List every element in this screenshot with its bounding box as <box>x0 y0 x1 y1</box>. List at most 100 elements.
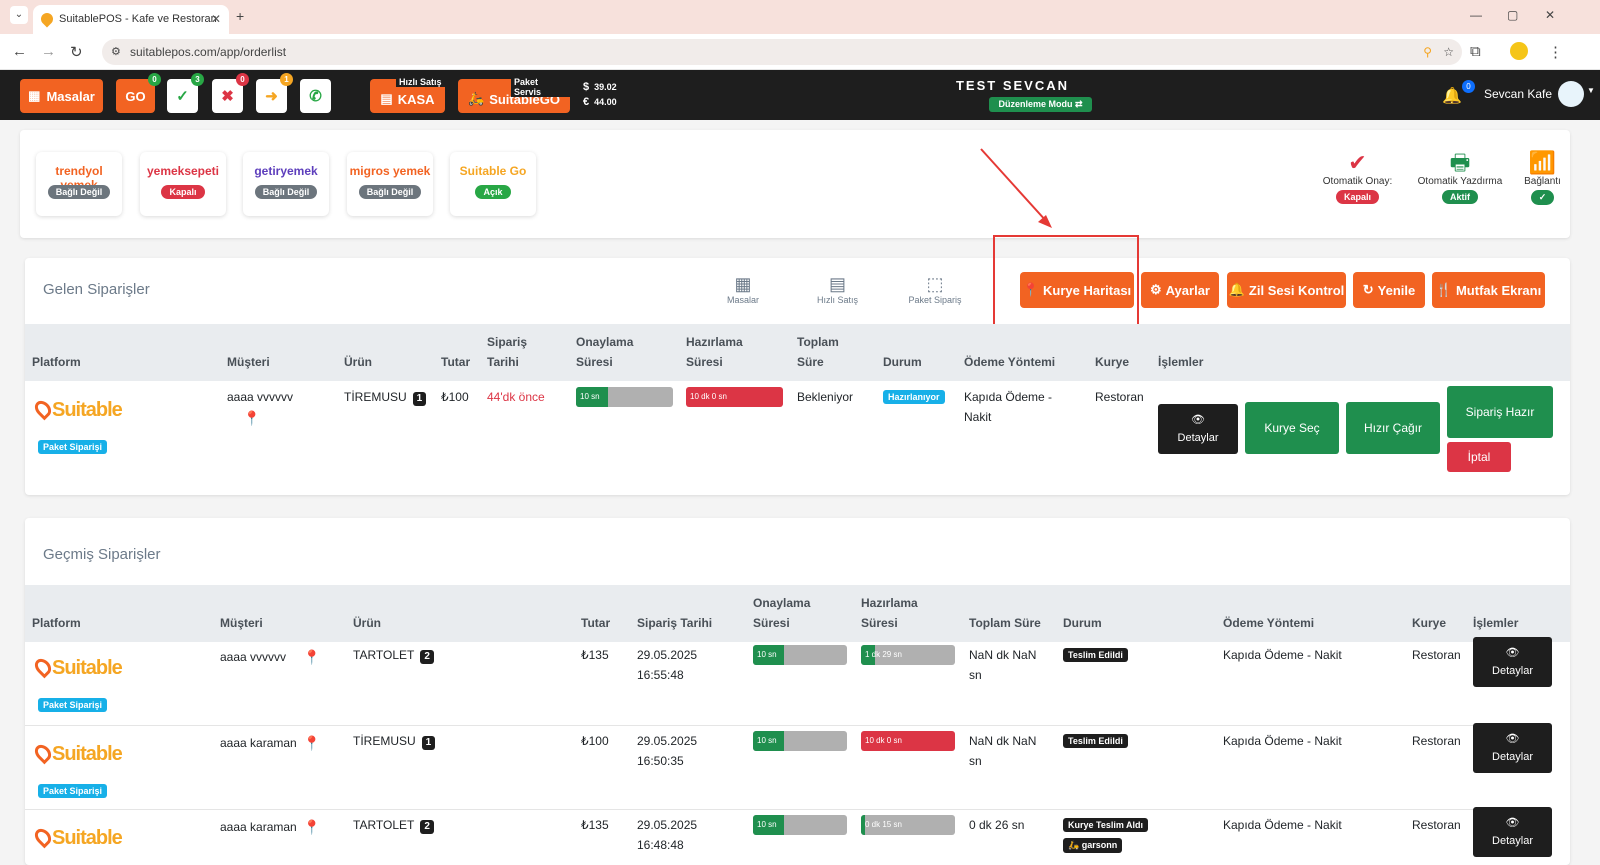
amount: ₺135 <box>581 818 609 832</box>
col-odeme: Ödeme Yöntemi <box>964 355 1056 369</box>
details-button[interactable]: 👁 Detaylar <box>1473 807 1552 857</box>
col-toplam: Toplam Süre <box>797 335 839 369</box>
order-date: 29.05.2025 <box>637 648 698 662</box>
total-time: Bekleniyor <box>797 390 854 404</box>
approval-fill: 10 sn <box>753 815 785 835</box>
customer-name: aaaa karaman <box>220 820 297 834</box>
product-cell: TİREMUSU 1 <box>344 387 427 407</box>
order-ready-button[interactable]: Sipariş Hazır <box>1447 386 1553 438</box>
details-button[interactable]: 👁 Detaylar <box>1473 637 1552 687</box>
total-time: NaN dk NaN sn <box>969 734 1037 768</box>
hcol-odeme: Ödeme Yöntemi <box>1223 616 1315 630</box>
logo-text: Suitable <box>52 399 123 421</box>
hcol-onaylama: Onaylama Süresi <box>753 596 811 630</box>
hcol-platform: Platform <box>32 616 81 630</box>
courier: Restoran <box>1412 734 1461 748</box>
approval-fill: 10 sn <box>753 731 785 751</box>
customer-name: aaaa vvvvvv <box>227 390 294 404</box>
history-orders-card <box>25 518 1570 865</box>
col-onaylama: Onaylama Süresi <box>576 335 634 369</box>
platform-badge: Paket Siparişi <box>38 440 108 454</box>
hcol-musteri: Müşteri <box>220 616 263 630</box>
courier-badge: 🛵 garsonn <box>1063 838 1123 853</box>
total-time: 0 dk 26 sn <box>969 818 1025 832</box>
eye-icon: 👁 <box>1505 817 1520 829</box>
location-pin-icon[interactable]: 📍 <box>243 410 260 427</box>
prep-fill: 1 dk 29 sn <box>861 645 902 665</box>
suitable-pos-logo: Suitable <box>31 741 123 766</box>
select-courier-label: Kurye Seç <box>1264 421 1320 435</box>
details-button[interactable]: 👁 Detaylar <box>1473 723 1552 773</box>
amount: ₺100 <box>581 734 609 748</box>
row-separator <box>25 725 1536 726</box>
amount: ₺135 <box>581 648 609 662</box>
product-name: TARTOLET <box>353 648 415 662</box>
status-badge: Teslim Edildi <box>1063 734 1128 748</box>
location-pin-icon[interactable]: 📍 <box>303 819 320 836</box>
status-badge: Kurye Teslim Aldı <box>1063 818 1149 832</box>
details-label: Detaylar <box>1177 432 1219 444</box>
hcol-kurye: Kurye <box>1412 616 1447 630</box>
logo-text: Suitable <box>52 657 123 679</box>
eye-icon: 👁 <box>1505 733 1520 745</box>
hcol-toplam: Toplam Süre <box>969 616 1041 630</box>
order-date: 44'dk önce <box>487 390 545 404</box>
total-time: NaN dk NaN sn <box>969 648 1037 682</box>
approval-bar: 10 sn <box>753 731 847 751</box>
details-label: Detaylar <box>1492 751 1533 763</box>
payment-method: Kapıda Ödeme - Nakit <box>1223 734 1342 748</box>
platform-badge: Paket Siparişi <box>38 698 108 712</box>
order-ready-label: Sipariş Hazır <box>1465 405 1535 419</box>
col-tutar: Tutar <box>441 355 471 369</box>
cancel-label: İptal <box>1467 450 1491 464</box>
annotation-box <box>993 235 1139 334</box>
select-courier-button[interactable]: Kurye Seç <box>1245 402 1339 454</box>
details-button[interactable]: 👁 Detaylar <box>1158 404 1238 454</box>
eye-icon: 👁 <box>1505 647 1520 659</box>
location-pin-icon[interactable]: 📍 <box>303 735 320 752</box>
col-siparis-tarihi: Sipariş Tarihi <box>487 335 528 369</box>
logo-text: Suitable <box>52 827 123 849</box>
col-islemler: İşlemler <box>1158 355 1204 369</box>
product-cell: TARTOLET 2 <box>353 645 434 665</box>
annotation-arrow <box>980 148 1048 223</box>
history-title: Geçmiş Siparişler <box>43 546 161 563</box>
approval-fill: 10 sn <box>753 645 785 665</box>
order-time: 16:55:48 <box>637 668 684 682</box>
order-time: 16:48:48 <box>637 838 684 852</box>
hcol-durum: Durum <box>1063 616 1102 630</box>
prep-bar: 1 dk 29 sn <box>861 645 955 665</box>
prep-fill: 0 dk 15 sn <box>861 815 902 835</box>
payment-method: Kapıda Ödeme - Nakit <box>964 390 1053 424</box>
hcol-urun: Ürün <box>353 616 381 630</box>
hcol-tutar: Tutar <box>581 616 611 630</box>
row-separator <box>25 809 1536 810</box>
payment-method: Kapıda Ödeme - Nakit <box>1223 818 1342 832</box>
call-hizir-button[interactable]: Hızır Çağır <box>1346 402 1440 454</box>
approval-bar: 10 sn <box>753 815 847 835</box>
prep-bar: 10 dk 0 sn <box>686 387 783 407</box>
status-badge: Hazırlanıyor <box>883 390 945 404</box>
col-kurye: Kurye <box>1095 355 1130 369</box>
cancel-button[interactable]: İptal <box>1447 442 1511 472</box>
amount: ₺100 <box>441 390 469 404</box>
annotation-arrowhead <box>1038 215 1052 228</box>
col-hazirlama: Hazırlama Süresi <box>686 335 743 369</box>
details-label: Detaylar <box>1492 835 1533 847</box>
order-date: 29.05.2025 <box>637 734 698 748</box>
product-cell: TARTOLET 2 <box>353 815 434 835</box>
prep-fill: 10 dk 0 sn <box>686 387 783 407</box>
courier: Restoran <box>1095 390 1144 404</box>
suitable-pos-logo: Suitable <box>31 397 123 422</box>
eye-icon: 👁 <box>1191 414 1205 426</box>
prep-fill: 10 dk 0 sn <box>861 731 955 751</box>
location-pin-icon[interactable]: 📍 <box>303 649 320 666</box>
hcol-hazirlama: Hazırlama Süresi <box>861 596 918 630</box>
call-hizir-label: Hızır Çağır <box>1363 421 1422 435</box>
suitable-pos-logo: Suitable <box>31 655 123 680</box>
customer-name: aaaa vvvvvv <box>220 650 287 664</box>
customer-name: aaaa karaman <box>220 736 297 750</box>
prep-bar: 0 dk 15 sn <box>861 815 955 835</box>
qty-badge: 2 <box>420 820 434 834</box>
qty-badge: 2 <box>420 650 434 664</box>
